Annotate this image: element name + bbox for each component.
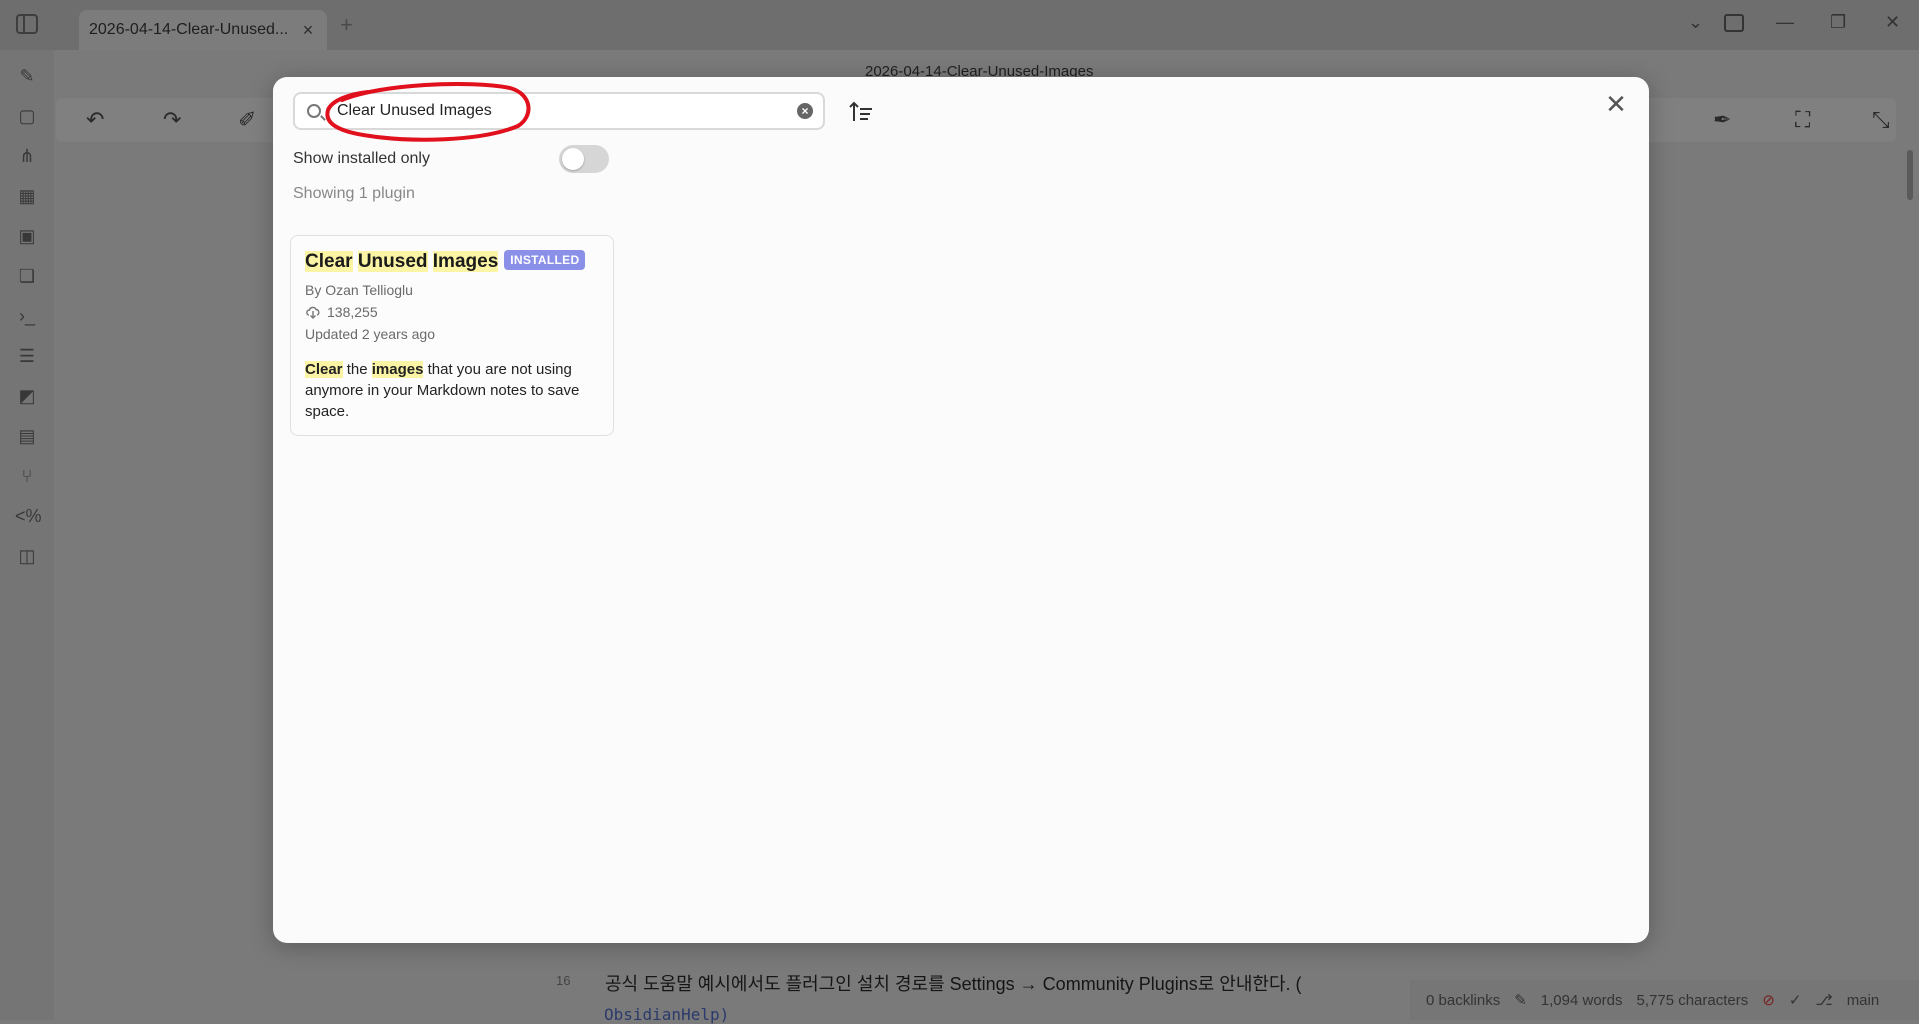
result-count: Showing 1 plugin [293,185,415,202]
show-installed-only-toggle[interactable] [559,145,609,173]
close-tab-icon[interactable]: × [299,20,317,41]
ribbon-git-icon[interactable]: ⑂ [15,464,39,488]
ribbon-draw-icon[interactable]: ✎ [15,64,39,88]
close-icon[interactable]: ✕ [1601,89,1631,119]
plugin-downloads: 138,255 [305,301,599,323]
backlinks-count[interactable]: 0 backlinks [1426,992,1500,1009]
toggle-knob [562,148,584,170]
ribbon-graph-icon[interactable]: ⋔ [15,144,39,168]
editor-link[interactable]: ObsidianHelp) [604,1005,729,1024]
minimize-icon[interactable]: — [1776,12,1794,33]
download-count: 138,255 [327,304,378,320]
plugin-card[interactable]: Clear Unused Images INSTALLED By Ozan Tel… [290,235,614,436]
red-annotation-circle [325,82,531,142]
format-painter-icon[interactable]: ✐ [238,107,256,133]
ribbon-new-note-icon[interactable]: ▢ [15,104,39,128]
left-ribbon: ✎ ▢ ⋔ ▦ ▣ ❏ ›_ ☰ ◩ ▤ ⑂ <% ◫ [0,50,54,1020]
installed-badge: INSTALLED [504,250,586,270]
plugin-description: Clear the images that you are not using … [305,361,580,420]
ribbon-layout-icon[interactable]: ◫ [15,544,39,568]
status-bar: 0 backlinks ✎ 1,094 words 5,775 characte… [1410,980,1919,1020]
tab-list-chevron-icon[interactable]: ⌄ [1688,12,1703,33]
new-tab-icon[interactable]: + [340,12,353,38]
line-number: 16 [556,973,571,988]
clear-search-icon[interactable]: × [797,103,813,119]
tab-title: 2026-04-14-Clear-Unused... [89,21,289,38]
git-branch-icon[interactable]: ⎇ [1815,991,1832,1009]
ribbon-table-icon[interactable]: ▤ [15,424,39,448]
editor-scrollbar[interactable] [1907,150,1913,200]
download-cloud-icon [306,306,320,319]
sidebar-toggle-icon[interactable] [16,14,38,34]
redo-icon[interactable]: ↷ [163,107,181,133]
ribbon-canvas-icon[interactable]: ▦ [15,184,39,208]
show-installed-only-label: Show installed only [293,150,430,167]
word-count: 1,094 words [1540,991,1623,1009]
check-icon[interactable]: ✓ [1789,991,1802,1009]
ribbon-files-icon[interactable]: ❏ [15,264,39,288]
highlighter-icon[interactable]: ✒ [1713,107,1731,133]
ribbon-image-icon[interactable]: ◩ [15,384,39,408]
ribbon-calendar-icon[interactable]: ▣ [15,224,39,248]
exit-fullscreen-icon[interactable]: ⤡ [1872,107,1890,133]
sort-icon[interactable] [848,99,876,125]
ribbon-templater-icon[interactable]: <% [15,504,42,528]
right-sidebar-toggle-icon[interactable] [1724,14,1744,32]
pencil-icon[interactable]: ✎ [1514,991,1527,1009]
tab-note[interactable]: 2026-04-14-Clear-Unused... × [79,10,327,50]
plugin-updated: Updated 2 years ago [305,326,435,342]
plugin-title: Clear Unused Images [305,251,499,272]
community-plugins-modal: ✕ × Show installed only Showing 1 plugin… [273,77,1649,943]
character-count: 5,775 characters [1636,991,1749,1009]
editor-line[interactable]: 공식 도움말 예시에서도 플러그인 설치 경로를 Settings → Comm… [605,970,1302,996]
plugin-author: By Ozan Tellioglu [305,282,413,298]
window-close-icon[interactable]: ✕ [1885,12,1900,33]
restore-icon[interactable]: ❐ [1830,12,1846,33]
git-branch-name[interactable]: main [1847,992,1880,1009]
ribbon-list-icon[interactable]: ☰ [15,344,39,368]
fullscreen-icon[interactable]: ⛶ [1795,107,1810,133]
undo-icon[interactable]: ↶ [86,107,104,133]
sync-off-icon[interactable]: ⊘ [1762,991,1775,1009]
ribbon-terminal-icon[interactable]: ›_ [15,304,39,328]
search-icon [307,104,321,118]
